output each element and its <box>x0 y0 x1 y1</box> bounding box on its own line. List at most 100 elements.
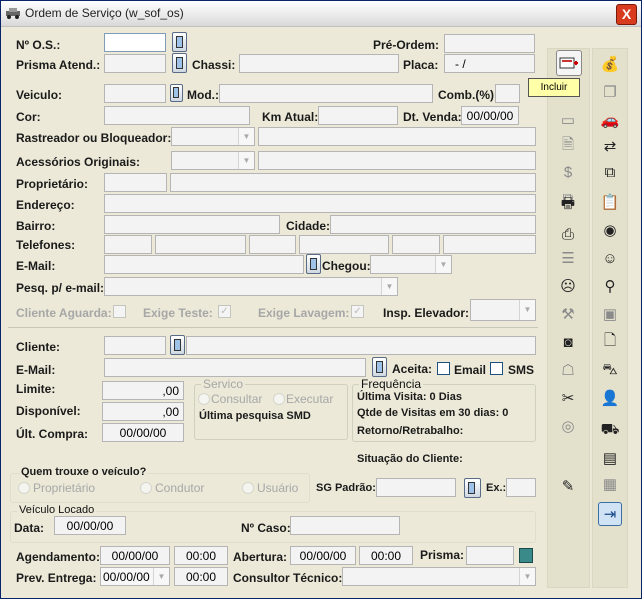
consultor-select[interactable]: ▼ <box>342 567 536 586</box>
prisma2-input[interactable] <box>466 546 514 565</box>
km-input[interactable] <box>318 106 398 125</box>
prisma-input[interactable] <box>104 54 166 73</box>
consultar-radio[interactable] <box>198 393 210 405</box>
wrench-icon[interactable]: ⚒ <box>556 302 580 326</box>
agend-hora-input[interactable]: 00:00 <box>174 546 228 565</box>
placa-input[interactable]: - / <box>444 54 535 73</box>
sg-padrao-input[interactable] <box>376 478 456 497</box>
n-caso-input[interactable] <box>290 516 400 535</box>
acessorios-select[interactable]: ▼ <box>171 151 255 170</box>
email-input[interactable] <box>104 255 304 274</box>
ult-compra-input[interactable]: 00/00/00 <box>102 423 184 442</box>
photos-icon[interactable]: ❐ <box>598 80 622 104</box>
tow-truck-icon[interactable]: ⛟ <box>598 418 622 442</box>
chip-icon[interactable]: ▦ <box>598 472 622 496</box>
tools-icon[interactable]: ✂ <box>556 386 580 410</box>
incluir-button[interactable] <box>556 50 582 76</box>
agend-data-input[interactable]: 00/00/00 <box>100 546 170 565</box>
chassi-input[interactable] <box>239 54 399 73</box>
clipboard-icon[interactable]: 📋 <box>598 190 622 214</box>
hand-icon[interactable]: ☖ <box>556 358 580 382</box>
abert-data-input[interactable]: 00/00/00 <box>290 546 356 565</box>
cidade-input[interactable] <box>330 215 536 234</box>
dtvenda-input[interactable]: 00/00/00 <box>461 106 519 125</box>
email-checkbox[interactable] <box>437 362 450 375</box>
rastreador-desc[interactable] <box>258 127 536 146</box>
document-icon[interactable]: 🗋 <box>598 330 622 354</box>
close-button[interactable]: X <box>616 4 637 25</box>
telefone-3-ddd[interactable] <box>392 235 440 254</box>
os-number-input[interactable] <box>104 33 166 52</box>
cliente-aguarda-checkbox[interactable] <box>113 305 126 318</box>
prev-hora-input[interactable]: 00:00 <box>174 567 228 586</box>
car-front-icon[interactable]: ⛍ <box>598 358 622 382</box>
person-icon[interactable]: 👤 <box>598 386 622 410</box>
telefone-2[interactable] <box>299 235 389 254</box>
pages-icon[interactable]: ▣ <box>598 302 622 326</box>
pesq-email-select[interactable]: ▼ <box>104 277 398 296</box>
list-doc-icon[interactable]: ▤ <box>598 446 622 470</box>
email-search-button[interactable] <box>306 254 321 274</box>
blank-icon[interactable]: ▭ <box>556 108 580 132</box>
executar-radio[interactable] <box>273 393 285 405</box>
document-search-icon[interactable]: 🗎 <box>556 134 580 158</box>
telefone-3[interactable] <box>443 235 536 254</box>
edit-vehicle-icon[interactable]: ✎ <box>556 474 580 498</box>
cliente-name[interactable] <box>186 336 536 355</box>
telefones-label: Telefones: <box>16 238 76 252</box>
list-icon[interactable]: ☰ <box>556 246 580 270</box>
car-side-icon[interactable]: 🚗 <box>598 108 622 132</box>
data-locado-input[interactable]: 00/00/00 <box>54 516 126 535</box>
chegou-select[interactable]: ▼ <box>370 255 452 274</box>
rastreador-select[interactable]: ▼ <box>171 127 255 146</box>
telefone-1[interactable] <box>155 235 246 254</box>
color-picker-button[interactable] <box>519 548 533 563</box>
insp-elevador-select[interactable]: ▼ <box>470 299 536 321</box>
windows-icon[interactable]: ⧉ <box>598 160 622 184</box>
sad-face-icon[interactable]: ☹ <box>556 274 580 298</box>
endereco-input[interactable] <box>104 194 536 213</box>
transfer-icon[interactable]: ⇄ <box>598 134 622 158</box>
dollar-icon[interactable]: $ <box>556 160 580 184</box>
print-doc-icon[interactable]: 🖶 <box>556 193 580 217</box>
proprietario-code[interactable] <box>104 173 167 192</box>
preordem-input[interactable] <box>444 34 535 53</box>
faucet-icon[interactable]: ⚲ <box>598 274 622 298</box>
cor-input[interactable] <box>104 106 250 125</box>
exit-icon[interactable]: ⇥ <box>598 502 622 526</box>
condutor-radio[interactable] <box>140 482 152 494</box>
prev-data-select[interactable]: 00/00/00 ▼ <box>100 567 170 586</box>
sms-checkbox[interactable] <box>490 362 503 375</box>
proprietario-radio[interactable] <box>18 482 30 494</box>
stack-icon[interactable]: ◎ <box>556 414 580 438</box>
usuario-radio[interactable] <box>242 482 254 494</box>
globe-icon[interactable]: ◉ <box>598 218 622 242</box>
acessorios-desc[interactable] <box>258 151 536 170</box>
executar-label: Executar <box>286 392 334 406</box>
os-search-button[interactable] <box>172 32 187 52</box>
camera-icon[interactable]: ◙ <box>556 330 580 354</box>
cliente-search-button[interactable] <box>170 335 185 355</box>
telefone-1-ddd[interactable] <box>104 235 152 254</box>
money-bag-icon[interactable]: 💰 <box>598 52 622 76</box>
limite-input[interactable]: ,00 <box>102 381 184 400</box>
modelo-input[interactable] <box>219 84 433 103</box>
veiculo-input[interactable] <box>104 84 166 103</box>
abert-hora-input[interactable]: 00:00 <box>359 546 413 565</box>
cliente-email-button[interactable] <box>372 357 387 377</box>
disponivel-input[interactable]: ,00 <box>102 402 184 421</box>
cliente-email-input[interactable] <box>104 358 366 377</box>
telefone-2-ddd[interactable] <box>249 235 296 254</box>
exige-lavagem-checkbox[interactable]: ✓ <box>351 305 364 318</box>
ex-input[interactable] <box>506 478 536 497</box>
printer-icon[interactable]: ⎙ <box>556 222 580 246</box>
veiculo-search-button[interactable] <box>170 84 183 102</box>
smile-face-icon[interactable]: ☺ <box>598 246 622 270</box>
prisma-search-button[interactable] <box>172 53 187 73</box>
sg-padrao-button[interactable] <box>464 478 481 498</box>
bairro-input[interactable] <box>104 215 280 234</box>
proprietario-name[interactable] <box>170 173 536 192</box>
exige-teste-checkbox[interactable]: ✓ <box>218 305 231 318</box>
comb-input[interactable] <box>495 84 520 103</box>
cliente-code[interactable] <box>104 336 166 355</box>
